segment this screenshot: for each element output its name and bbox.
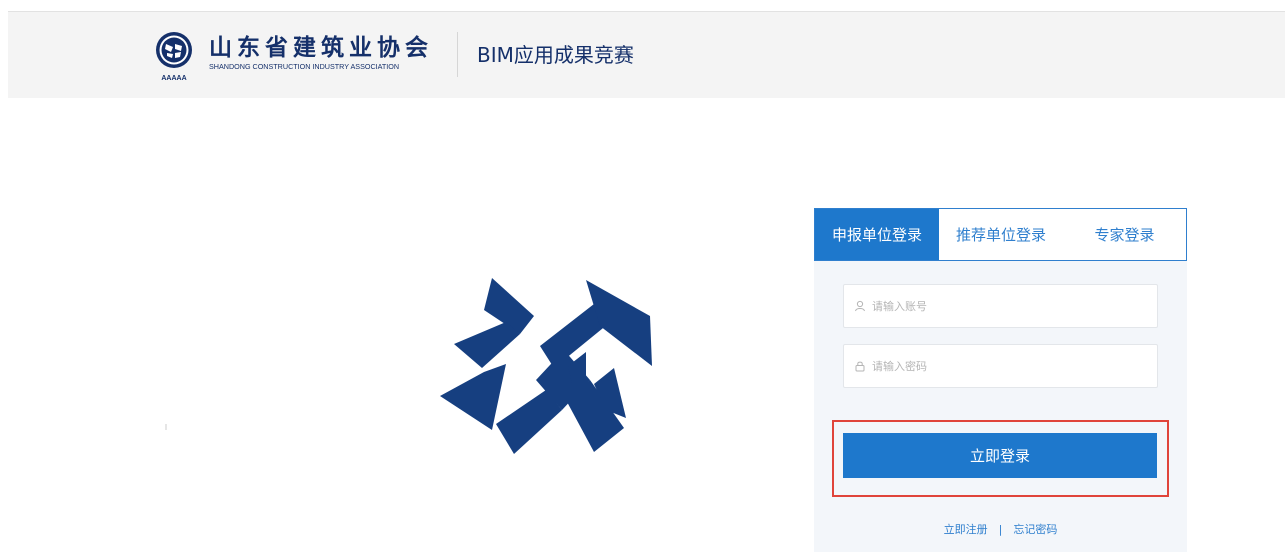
link-separator: | — [998, 523, 1003, 536]
account-input[interactable] — [872, 299, 1142, 313]
account-field[interactable] — [843, 284, 1158, 328]
tab-expert-login[interactable]: 专家登录 — [1063, 209, 1186, 260]
header-divider — [457, 32, 458, 77]
register-link[interactable]: 立即注册 — [944, 523, 988, 536]
association-emblem-logo — [440, 278, 652, 454]
association-seal-icon: AAAAA — [156, 32, 192, 82]
lock-icon — [855, 361, 865, 372]
auth-links: 立即注册 | 忘记密码 — [814, 521, 1187, 537]
user-icon — [855, 300, 865, 312]
login-tabs: 申报单位登录 推荐单位登录 专家登录 — [814, 208, 1187, 261]
org-name-en: SHANDONG CONSTRUCTION INDUSTRY ASSOCIATI… — [209, 62, 400, 71]
forgot-password-link[interactable]: 忘记密码 — [1013, 523, 1057, 536]
password-input[interactable] — [872, 359, 1142, 373]
seal-caption: AAAAA — [161, 75, 186, 82]
password-field[interactable] — [843, 344, 1158, 388]
login-panel: 申报单位登录 推荐单位登录 专家登录 立即登录 立即注册 | 忘记密码 — [814, 208, 1187, 552]
login-button[interactable]: 立即登录 — [843, 433, 1157, 478]
tab-recommender-login[interactable]: 推荐单位登录 — [939, 209, 1063, 260]
site-header — [8, 12, 1285, 98]
org-name-cn: 山东省建筑业协会 — [209, 35, 433, 61]
event-title: BIM应用成果竞赛 — [477, 43, 634, 67]
decorative-speck — [165, 424, 167, 430]
tab-applicant-login[interactable]: 申报单位登录 — [815, 209, 939, 260]
